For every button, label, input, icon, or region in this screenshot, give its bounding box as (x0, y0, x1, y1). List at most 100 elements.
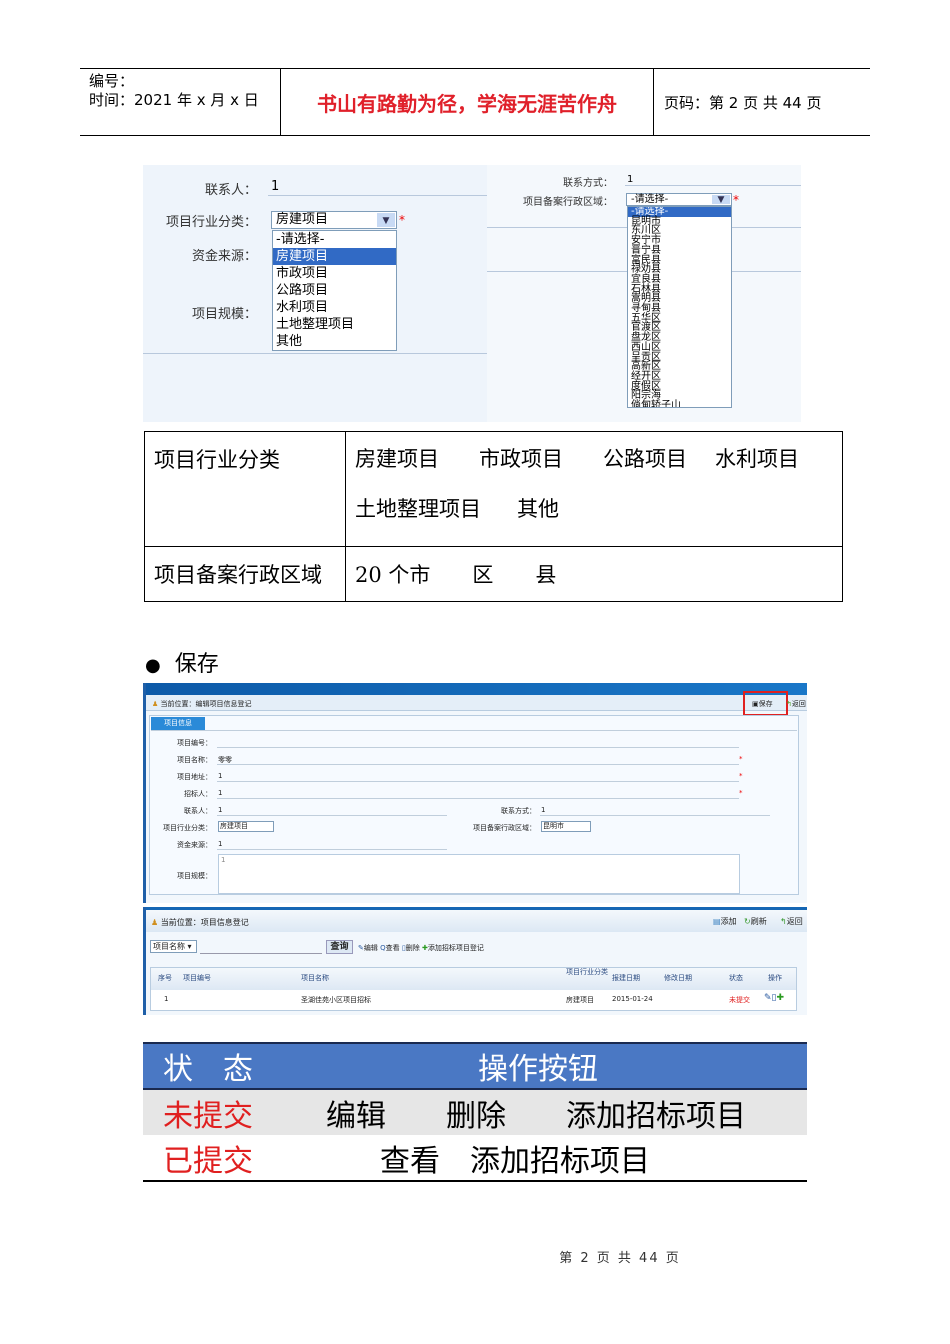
page-header: 编号： 时间：2021 年 x 月 x 日 书山有路勤为径，学海无涯苦作舟 页码… (80, 68, 870, 136)
ops-header: 操作按钮 (478, 1052, 598, 1087)
status-unsubmitted: 未提交 (163, 1098, 253, 1134)
method-label: 联系方式： (501, 807, 536, 815)
header-meta: 编号： 时间：2021 年 x 月 x 日 (80, 69, 281, 135)
industry-option[interactable]: 土地整理项目 (273, 316, 396, 333)
time-label: 时间：2021 年 x 月 x 日 (89, 91, 259, 109)
category-item: 土地整理项目 (355, 497, 481, 521)
location-icon: ♟ (152, 700, 159, 708)
refresh-icon: ↻ (744, 917, 751, 926)
category-item: 房建项目 (355, 447, 439, 471)
contact-value[interactable]: 1 (218, 806, 222, 814)
region-label: 项目备案行政区域： (523, 197, 613, 208)
industry-option[interactable]: 水利项目 (273, 299, 396, 316)
contact-label: 联系人： (204, 183, 257, 198)
field-value[interactable]: 1 (218, 789, 222, 797)
required-mark: * (739, 755, 743, 763)
method-value[interactable]: 1 (541, 806, 545, 814)
plus-icon[interactable]: ✚ (777, 993, 785, 1003)
chevron-down-icon: ▼ (377, 213, 395, 227)
industry-select[interactable]: 房建项目 (218, 821, 274, 832)
scale-textarea[interactable]: 1 (218, 854, 740, 894)
back-icon: ↰ (780, 917, 787, 926)
scale-label: 项目规模： (191, 307, 257, 322)
ops-submitted: 查看 添加招标项目 (380, 1143, 650, 1179)
region-select[interactable]: 昆明市 (541, 821, 591, 832)
category-values: 房建项目 市政项目 公路项目 水利项目 土地整理项目 其他 (345, 431, 843, 547)
required-mark: * (739, 789, 743, 797)
industry-option[interactable]: -请选择- (273, 231, 396, 248)
required-mark: * (733, 193, 739, 207)
industry-option[interactable]: 公路项目 (273, 282, 396, 299)
industry-selected: 房建项目 (276, 212, 329, 227)
add-icon: ▤ (713, 917, 721, 926)
industry-option[interactable]: 房建项目 (273, 248, 396, 265)
industry-option[interactable]: 其他 (273, 333, 396, 350)
chevron-down-icon: ▼ (712, 195, 730, 205)
required-mark: * (399, 213, 405, 227)
header-page: 页码：第 2 页 共 44 页 (664, 93, 822, 112)
category-table: 项目行业分类 房建项目 市政项目 公路项目 水利项目 土地整理项目 其他 项目备案行政区… (144, 431, 843, 602)
location-icon: ♟ (151, 918, 159, 927)
status-submitted: 已提交 (163, 1143, 253, 1179)
column-header: 项目名称 (301, 974, 329, 982)
region-selected: -请选择- (631, 194, 669, 205)
filter-select[interactable]: 项目名称 ▾ (150, 940, 197, 953)
category-item: 公路项目 (603, 447, 687, 471)
back-button[interactable]: ↰返回 (780, 916, 803, 927)
location-text: 当前位置：项目信息登记 (160, 918, 249, 927)
dropdown-screenshot: 联系人： 1 项目行业分类： 房建项目 ▼ * 资金来源： 项目规模： -请选择-… (143, 165, 801, 422)
fund-value[interactable]: 1 (218, 840, 222, 848)
region-row-label: 项目备案行政区域 (144, 546, 346, 602)
status-table: 状 态 操作按钮 未提交 编辑 删除 添加招标项目 已提交 查看 添加招标项目 (143, 1042, 807, 1182)
category-label: 项目行业分类 (144, 431, 346, 547)
region-label: 项目备案行政区域： (473, 824, 536, 832)
industry-select[interactable]: 房建项目 ▼ (271, 211, 397, 229)
fund-label: 资金来源： (191, 249, 257, 264)
category-item: 其他 (517, 497, 559, 521)
column-header: 序号 (158, 974, 172, 982)
region-select[interactable]: -请选择- ▼ (626, 193, 732, 206)
ops-unsubmitted: 编辑 删除 添加招标项目 (326, 1098, 746, 1134)
add-button[interactable]: ▤添加 (713, 916, 737, 927)
refresh-button[interactable]: ↻刷新 (744, 916, 767, 927)
contact-label: 联系人： (184, 807, 212, 815)
fund-label: 资金来源： (177, 841, 212, 849)
cell-industry: 房建项目 (566, 996, 594, 1004)
tab-project-info[interactable]: 项目信息 (151, 717, 205, 730)
field-label: 招标人： (184, 790, 212, 798)
query-button[interactable]: 查询 (326, 940, 353, 954)
row-actions: ✎▯✚ (764, 993, 784, 1003)
status-header: 状 态 (163, 1052, 253, 1087)
column-header: 状态 (729, 974, 743, 982)
cell-no: 1 (164, 995, 169, 1003)
cell-status: 未提交 (729, 996, 750, 1004)
region-options-list[interactable]: -请选择- 昆明市 东川区 安宁市 晋宁县 富民县 禄劝县 宜良县 石林县 嵩明县 寻甸县 五华区 官渡… (627, 206, 732, 408)
field-label: 项目地址： (177, 773, 212, 781)
save-button[interactable]: ▣保存 (752, 699, 773, 709)
field-value[interactable]: 1 (218, 772, 222, 780)
back-button[interactable]: ↰返回 (786, 699, 806, 709)
cell-name: 圣湖佳苑小区项目招标 (301, 996, 371, 1004)
edit-icon[interactable]: ✎ (764, 993, 772, 1003)
column-header: 项目行业分类 (566, 968, 608, 976)
contact-method-label: 联系方式： (563, 178, 613, 189)
bullet-save: ● 保存 (145, 646, 219, 678)
category-item: 水利项目 (715, 447, 799, 471)
column-header: 项目编号 (183, 974, 211, 982)
industry-option[interactable]: 市政项目 (273, 265, 396, 282)
industry-label: 项目行业分类： (165, 215, 257, 230)
industry-label: 项目行业分类： (163, 824, 212, 832)
column-header: 操作 (768, 974, 782, 982)
column-header: 修改日期 (664, 974, 692, 982)
field-label: 项目名称： (177, 756, 212, 764)
region-option[interactable]: 倘甸轿子山 (628, 401, 731, 407)
cell-date: 2015-01-24 (612, 995, 653, 1003)
list-screenshot: ♟ 当前位置：项目信息登记 ▤添加 ↻刷新 ↰返回 项目名称 ▾ 查询 ✎编辑 … (143, 907, 807, 1015)
scale-label: 项目规模： (177, 872, 212, 880)
number-label: 编号： (89, 72, 135, 90)
edit-form-screenshot: ♟ 当前位置：编辑项目信息登记 ▣保存 ↰返回 项目信息 项目编号： 项目名称：零… (143, 683, 807, 903)
industry-options-list[interactable]: -请选择- 房建项目 市政项目 公路项目 水利项目 土地整理项目 其他 (272, 230, 397, 351)
contact-value: 1 (271, 179, 280, 194)
category-item: 市政项目 (479, 447, 563, 471)
bullet-text: 保存 (174, 652, 219, 677)
